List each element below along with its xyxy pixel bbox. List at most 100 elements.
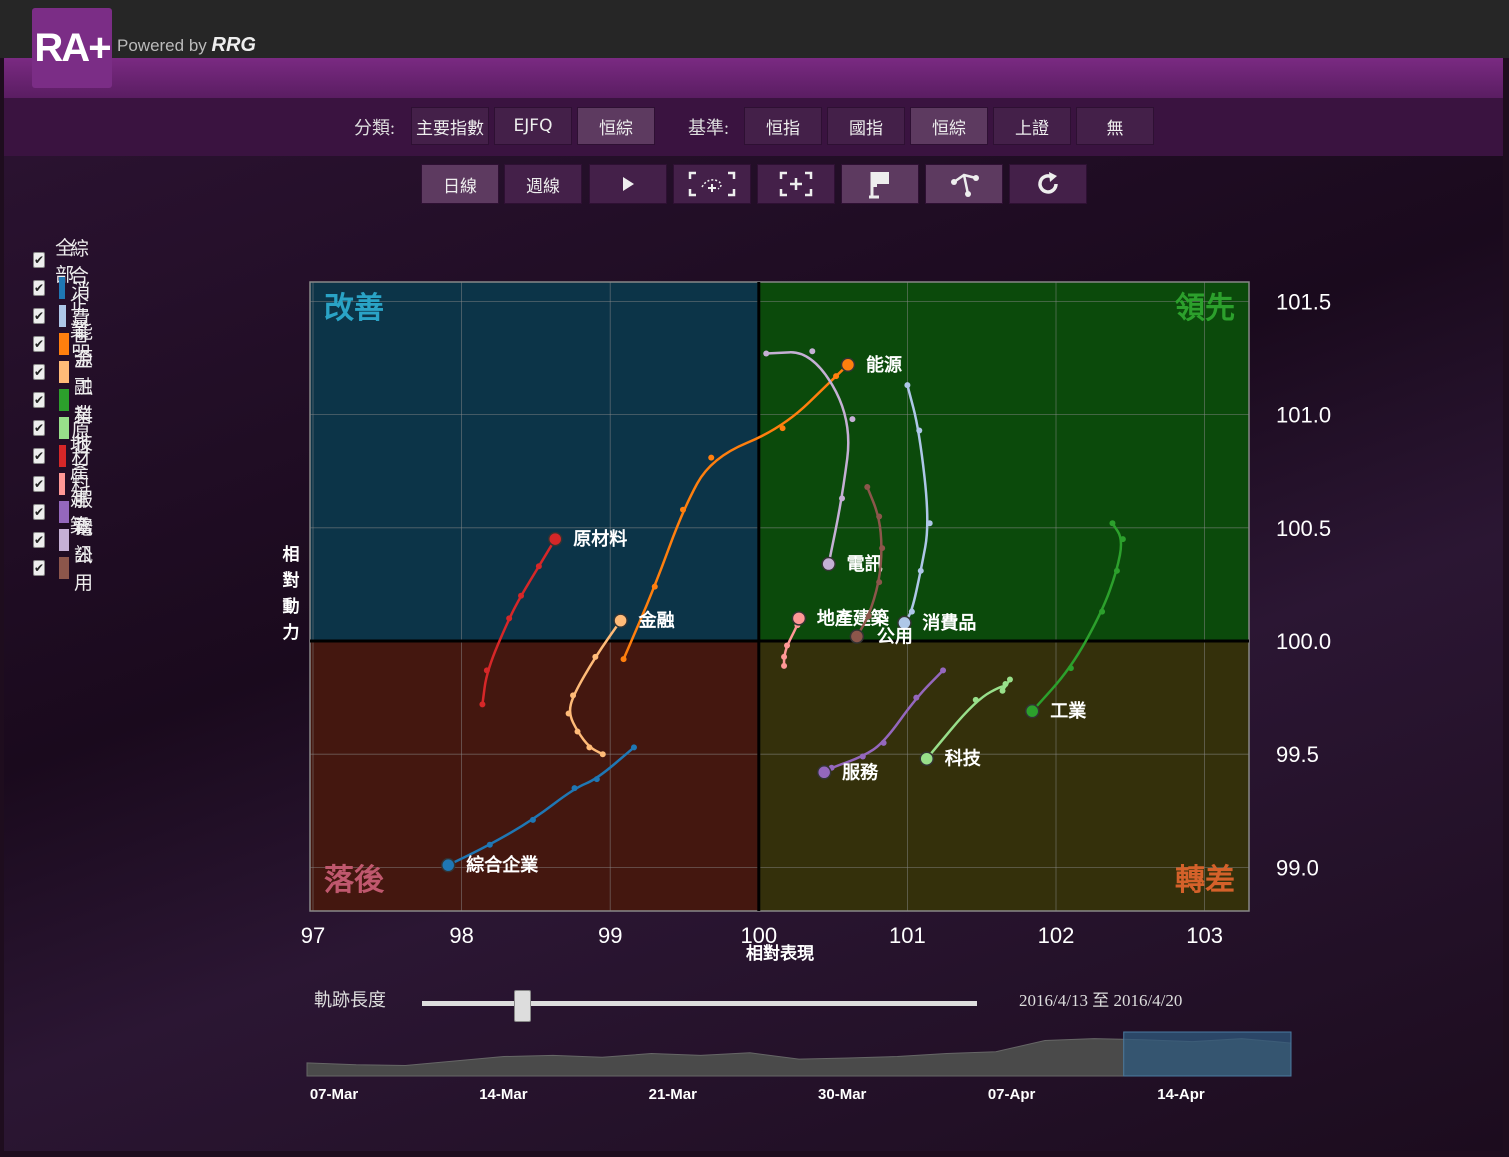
series-trail-point	[1067, 665, 1074, 672]
series-trail-point	[1113, 567, 1120, 574]
series-trail-point	[1109, 520, 1116, 527]
series-trail-point	[865, 613, 872, 620]
series-trail-point	[620, 656, 627, 663]
y-tick-label: 99.0	[1276, 855, 1319, 880]
y-tick-label: 101.0	[1276, 403, 1331, 428]
y-tick-label: 101.5	[1276, 289, 1331, 314]
timeline-date-label: 30-Mar	[818, 1086, 867, 1103]
series-trail-point	[913, 694, 920, 701]
series-trail-point	[849, 416, 856, 423]
quadrant-label-improving: 改善	[324, 291, 384, 326]
series-label: 電訊	[847, 553, 883, 574]
series-trail-point	[1119, 536, 1126, 543]
series-trail-point	[779, 425, 786, 432]
series-label: 服務	[842, 761, 879, 782]
series-trail-point	[571, 785, 578, 792]
x-tick-label: 98	[449, 923, 473, 948]
series-trail-point	[529, 816, 536, 823]
series-head-point	[547, 531, 563, 547]
quadrant-label-leading: 領先	[1175, 291, 1235, 326]
series-label: 綜合企業	[466, 854, 539, 875]
series-label: 地產建築	[817, 607, 890, 628]
series-label: 原材料	[573, 528, 627, 549]
series-head-point	[849, 629, 865, 644]
series-trail-point	[506, 615, 513, 622]
series-trail-point	[1099, 608, 1106, 615]
series-trail-point	[879, 545, 886, 552]
y-tick-label: 100.5	[1276, 516, 1331, 541]
series-trail-point	[592, 653, 599, 660]
series-trail-point	[479, 701, 486, 708]
date-range-text: 2016/4/13 至 2016/4/20	[1019, 991, 1183, 1010]
series-trail-point	[565, 710, 572, 717]
trail-length-thumb[interactable]	[514, 990, 531, 1022]
series-head-point	[613, 613, 628, 628]
quadrant-label-weakening: 轉差	[1175, 863, 1235, 898]
x-tick-label: 102	[1038, 923, 1075, 948]
series-trail-point	[809, 348, 816, 355]
x-tick-label: 103	[1186, 923, 1223, 948]
series-head-point	[821, 556, 836, 572]
series-trail-point	[535, 563, 542, 570]
series-trail-point	[908, 608, 915, 615]
series-trail-point	[926, 520, 933, 527]
series-head-point	[1024, 703, 1040, 719]
series-trail-point	[781, 653, 788, 660]
trail-length-track[interactable]	[422, 1001, 977, 1006]
quadrant-improving	[310, 282, 759, 641]
timeline-date-label: 07-Mar	[310, 1086, 359, 1103]
series-head-point	[816, 765, 832, 780]
series-trail-point	[859, 753, 866, 760]
series-trail-point	[904, 382, 911, 389]
y-tick-label: 100.0	[1276, 629, 1331, 654]
trail-length-label: 軌跡長度	[314, 990, 386, 1010]
series-trail-point	[784, 642, 791, 649]
series-trail-point	[880, 739, 887, 746]
timeline-date-label: 14-Mar	[479, 1086, 528, 1103]
series-trail-point	[972, 696, 979, 703]
series-label: 能源	[866, 354, 902, 375]
series-trail-point	[876, 579, 883, 586]
series-trail-point	[599, 751, 606, 758]
y-tick-label: 99.5	[1276, 742, 1319, 767]
series-label: 金融	[638, 610, 675, 631]
series-trail-point	[1002, 681, 1009, 688]
series-trail-point	[916, 427, 923, 434]
series-head-point	[440, 857, 456, 873]
timeline-date-label: 14-Apr	[1157, 1086, 1205, 1103]
series-trail-point	[833, 373, 840, 380]
series-trail-point	[917, 567, 924, 574]
timeline-selection[interactable]	[1123, 1031, 1292, 1077]
series-trail-point	[651, 583, 658, 590]
series-trail-point	[708, 454, 715, 461]
series-label: 消費品	[922, 612, 976, 633]
series-label: 工業	[1050, 700, 1087, 721]
quadrant-leading	[758, 282, 1249, 641]
series-trail-point	[1006, 676, 1013, 683]
series-trail-point	[839, 495, 846, 502]
series-label: 科技	[945, 748, 982, 769]
series-head-point	[840, 357, 856, 373]
series-trail-point	[630, 744, 637, 751]
series-trail-point	[570, 692, 577, 699]
series-label: 公用	[877, 626, 913, 646]
y-axis-label-char: 相	[283, 544, 300, 565]
x-axis-label: 相對表現	[746, 943, 814, 964]
timeline-date-label: 21-Mar	[649, 1086, 698, 1103]
app-logo: RA+	[32, 8, 112, 88]
powered-brand: RRG	[211, 34, 256, 56]
series-trail-point	[518, 592, 525, 599]
y-axis-label-char: 動	[283, 596, 300, 617]
series-trail-point	[574, 728, 581, 735]
rrg-chart: 改善 領先落後 轉差97 98 99 100 101 102 103101.5101.0100.…	[283, 281, 1331, 1103]
series-trail-point	[999, 687, 1006, 694]
series-trail-point	[781, 662, 788, 669]
series-trail-point	[940, 667, 947, 674]
series-head-point	[791, 611, 807, 626]
series-trail-point	[586, 744, 593, 751]
series-trail-point	[876, 513, 883, 520]
series-trail-point	[486, 841, 493, 848]
series-trail-point	[593, 776, 600, 783]
x-tick-label: 99	[598, 923, 622, 948]
x-tick-label: 101	[889, 923, 926, 948]
